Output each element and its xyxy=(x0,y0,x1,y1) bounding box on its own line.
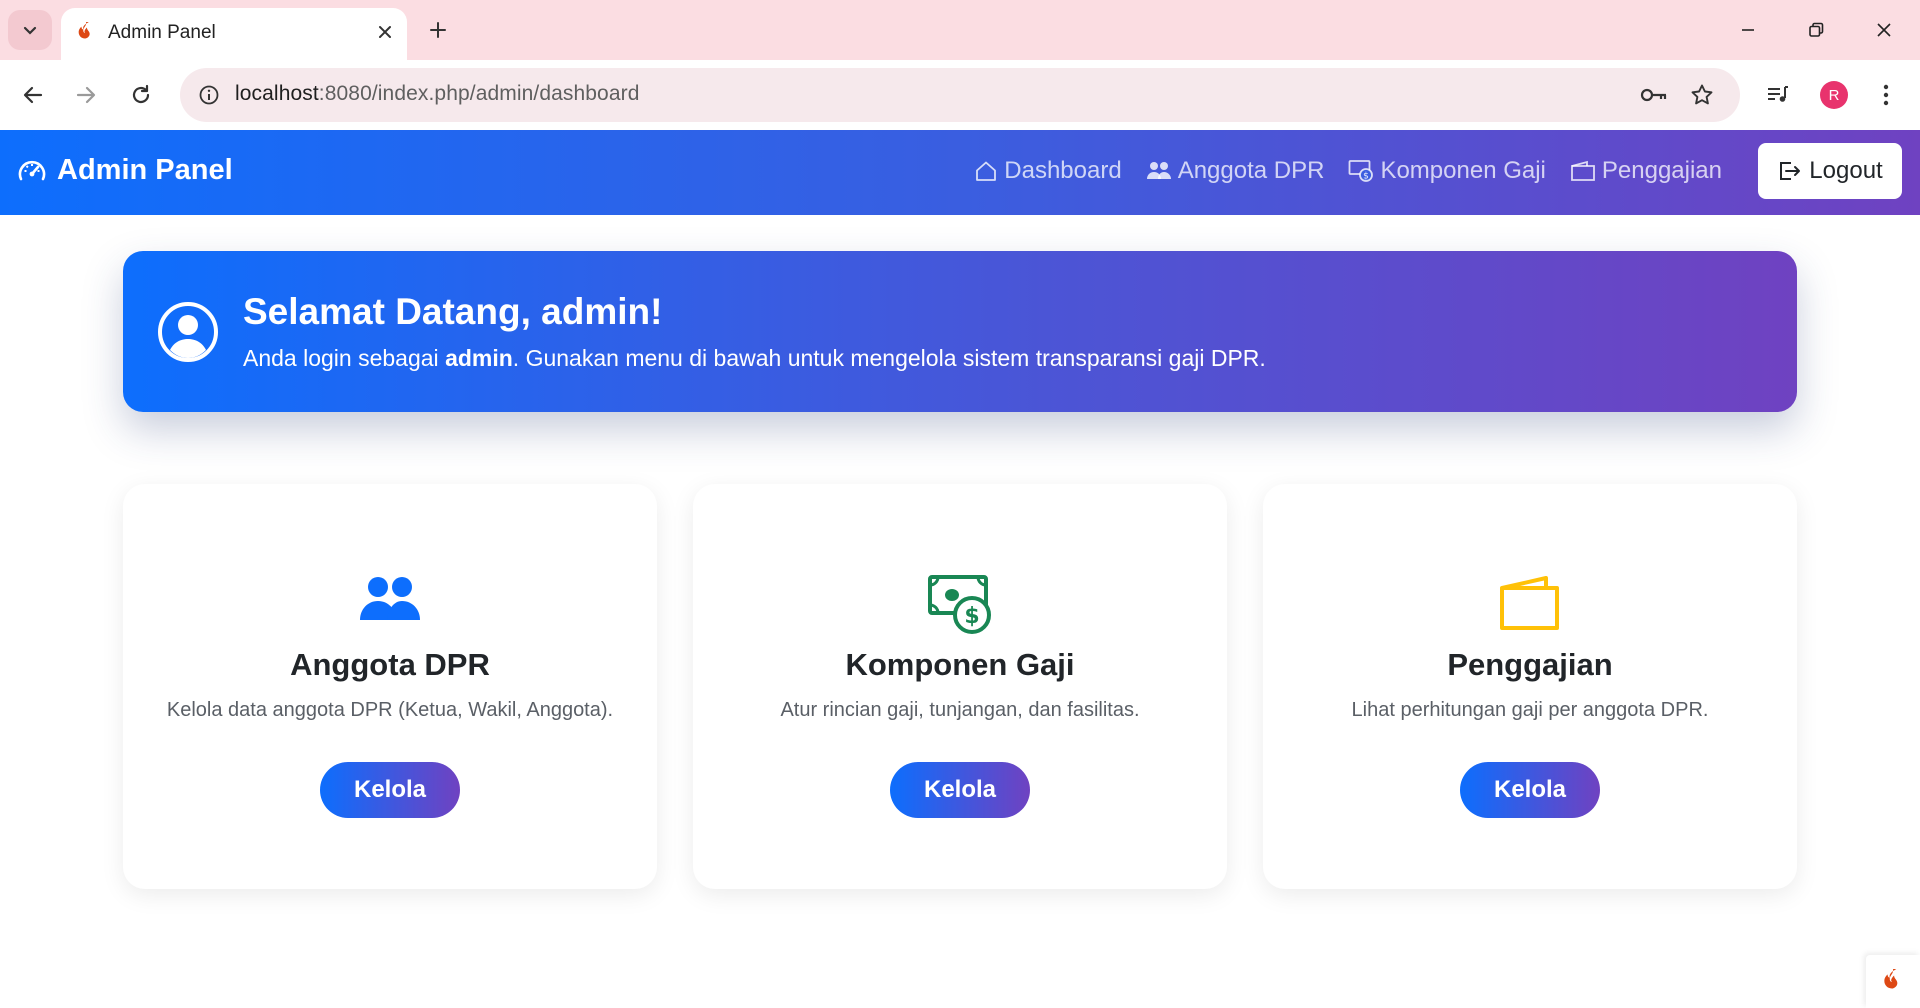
logout-button[interactable]: Logout xyxy=(1758,143,1902,199)
close-icon xyxy=(379,26,391,38)
arrow-right-icon xyxy=(76,86,96,104)
address-bar[interactable]: localhost:8080/index.php/admin/dashboard xyxy=(180,68,1740,122)
card-description: Atur rincian gaji, tunjangan, dan fasili… xyxy=(780,699,1140,721)
kelola-anggota-button[interactable]: Kelola xyxy=(320,762,460,818)
cash-coin-icon: $ xyxy=(1349,160,1374,182)
box-arrow-right-icon xyxy=(1780,162,1801,180)
cash-coin-icon: $ xyxy=(928,575,991,634)
welcome-title: Selamat Datang, admin! xyxy=(243,291,663,332)
welcome-text-suffix: . Gunakan menu di bawah untuk mengelola … xyxy=(512,345,1266,371)
welcome-banner: Selamat Datang, admin! Anda login sebaga… xyxy=(123,251,1797,412)
password-key-button[interactable] xyxy=(1636,77,1672,113)
chevron-down-icon xyxy=(23,26,37,35)
card-penggajian: Penggajian Lihat perhitungan gaji per an… xyxy=(1263,484,1797,889)
nav-penggajian-label: Penggajian xyxy=(1601,157,1722,184)
card-description: Kelola data anggota DPR (Ketua, Wakil, A… xyxy=(166,699,614,721)
brand-label: Admin Panel xyxy=(57,154,233,186)
card-description: Lihat perhitungan gaji per anggota DPR. xyxy=(1351,699,1709,721)
info-icon xyxy=(199,85,219,105)
card-komponen-gaji: $ Komponen Gaji Atur rincian gaji, tunja… xyxy=(693,484,1227,889)
more-vertical-icon xyxy=(1883,84,1889,106)
welcome-text-prefix: Anda login sebagai xyxy=(243,345,446,371)
minimize-icon xyxy=(1742,29,1754,31)
kelola-penggajian-button[interactable]: Kelola xyxy=(1460,762,1600,818)
reload-button[interactable] xyxy=(121,75,161,115)
close-window-button[interactable] xyxy=(1860,10,1908,50)
nav-komponen-gaji[interactable]: $ Komponen Gaji xyxy=(1348,157,1546,185)
kelola-komponen-button[interactable]: Kelola xyxy=(890,762,1030,818)
people-icon xyxy=(1146,162,1171,179)
star-icon xyxy=(1691,84,1713,105)
avatar: R xyxy=(1820,81,1848,109)
url-path: :8080/index.php/admin/dashboard xyxy=(318,82,640,105)
forward-button[interactable] xyxy=(66,75,106,115)
site-info-button[interactable] xyxy=(190,76,228,114)
browser-toolbar: localhost:8080/index.php/admin/dashboard… xyxy=(0,60,1920,130)
debug-toolbar-toggle[interactable] xyxy=(1866,955,1920,1008)
media-control-button[interactable] xyxy=(1758,75,1798,115)
nav-penggajian[interactable]: Penggajian xyxy=(1570,157,1722,185)
browser-tab-active[interactable]: Admin Panel xyxy=(61,8,407,60)
nav-dashboard-label: Dashboard xyxy=(1004,157,1122,184)
person-circle-icon xyxy=(158,302,218,362)
app-navbar: Admin Panel Dashboard Anggota DPR $ Komp… xyxy=(0,130,1920,215)
house-icon xyxy=(976,161,997,181)
nav-dashboard[interactable]: Dashboard xyxy=(974,157,1122,185)
arrow-left-icon xyxy=(23,86,43,104)
reload-icon xyxy=(132,84,150,104)
navbar-links: Dashboard Anggota DPR $ Komponen Gaji Pe… xyxy=(974,157,1722,185)
restore-button[interactable] xyxy=(1792,10,1840,50)
navbar-brand[interactable]: Admin Panel xyxy=(17,154,233,187)
browser-tabbar: Admin Panel xyxy=(0,0,1920,60)
wallet-icon xyxy=(1500,576,1559,630)
url-text: localhost:8080/index.php/admin/dashboard xyxy=(235,82,639,106)
svg-text:$: $ xyxy=(964,604,979,629)
restore-icon xyxy=(1809,22,1824,37)
wallet-icon xyxy=(1570,160,1595,181)
people-icon xyxy=(360,577,420,620)
back-button[interactable] xyxy=(13,75,53,115)
browser-menu-button[interactable] xyxy=(1866,75,1906,115)
profile-button[interactable]: R xyxy=(1814,75,1854,115)
new-tab-button[interactable] xyxy=(420,12,456,48)
tab-search-button[interactable] xyxy=(8,10,52,50)
minimize-button[interactable] xyxy=(1724,10,1772,50)
card-title: Komponen Gaji xyxy=(845,647,1075,682)
speedometer-icon xyxy=(18,160,46,180)
card-title: Penggajian xyxy=(1447,647,1613,682)
codeigniter-flame-icon xyxy=(1884,968,1898,988)
svg-text:$: $ xyxy=(1364,172,1370,182)
logout-label: Logout xyxy=(1809,157,1883,184)
url-host: localhost xyxy=(235,82,319,105)
tab-title: Admin Panel xyxy=(108,22,216,43)
bookmark-button[interactable] xyxy=(1684,77,1720,113)
playlist-icon xyxy=(1768,86,1788,102)
nav-komponen-gaji-label: Komponen Gaji xyxy=(1380,157,1546,184)
card-anggota-dpr: Anggota DPR Kelola data anggota DPR (Ket… xyxy=(123,484,657,889)
close-icon xyxy=(1877,23,1891,37)
codeigniter-flame-icon xyxy=(78,22,90,39)
tab-close-button[interactable] xyxy=(371,18,399,46)
welcome-text: Anda login sebagai admin. Gunakan menu d… xyxy=(243,345,1266,372)
plus-icon xyxy=(430,22,446,38)
nav-anggota-dpr-label: Anggota DPR xyxy=(1177,157,1325,184)
card-title: Anggota DPR xyxy=(290,647,490,682)
nav-anggota-dpr[interactable]: Anggota DPR xyxy=(1146,157,1325,185)
key-icon xyxy=(1640,88,1667,102)
welcome-role: admin xyxy=(445,345,513,371)
